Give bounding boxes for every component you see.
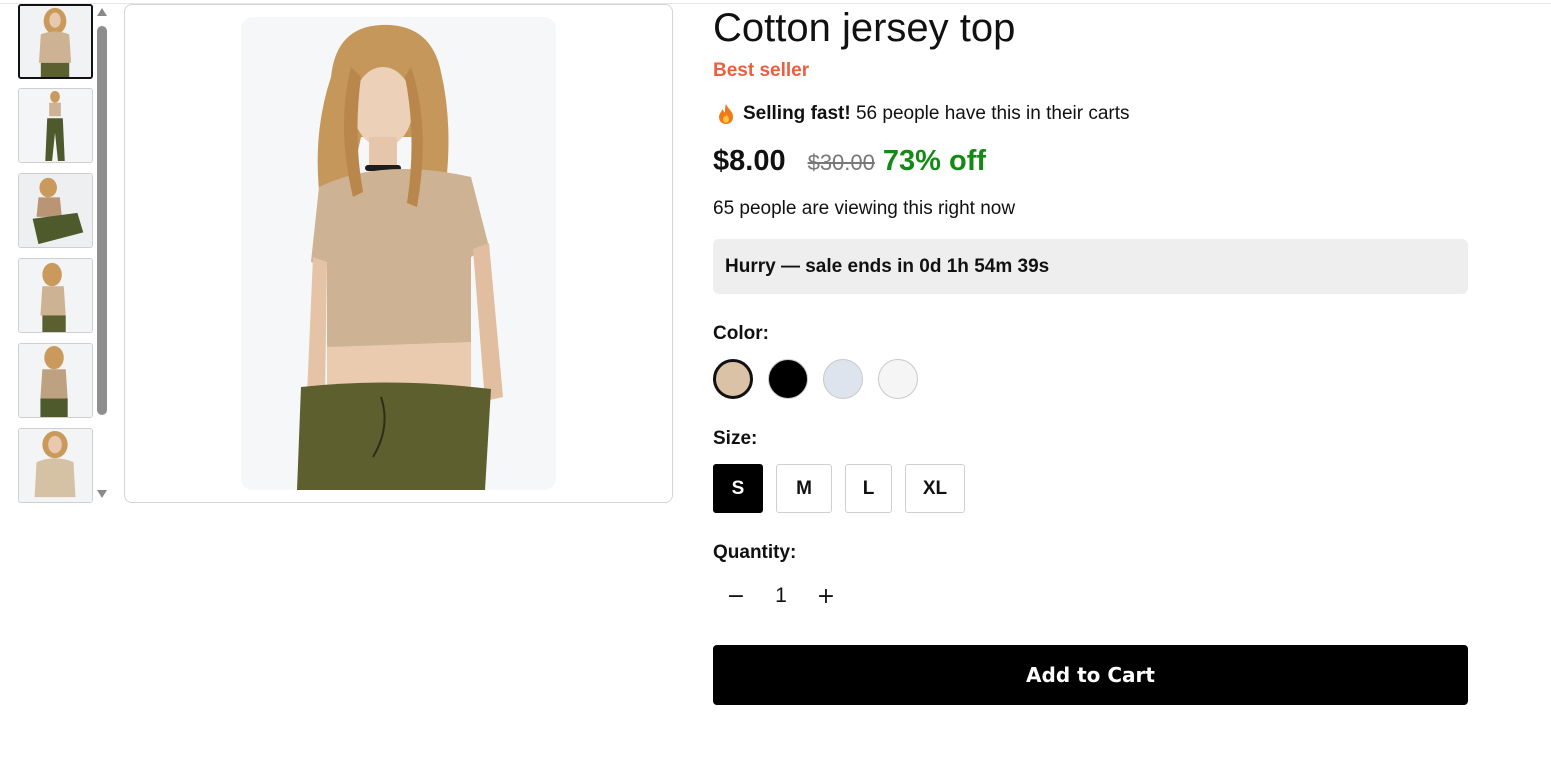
flame-icon — [719, 104, 733, 124]
add-to-cart-button[interactable]: Add to Cart — [713, 645, 1468, 705]
color-label: Color: — [713, 323, 769, 344]
current-price: $8.00 — [713, 145, 786, 177]
viewers-notice: 65 people are viewing this right now — [713, 198, 1016, 219]
thumbnail-1[interactable] — [18, 4, 93, 79]
color-swatch-black[interactable] — [768, 359, 808, 399]
quantity-stepper: − 1 + — [713, 578, 849, 614]
sale-countdown-banner: Hurry — sale ends in 0d 1h 54m 39s — [713, 239, 1468, 294]
main-product-image[interactable] — [241, 17, 556, 490]
original-price: $30.00 — [807, 150, 875, 175]
quantity-value[interactable]: 1 — [759, 584, 803, 608]
carts-count-text: 56 people have this in their carts — [855, 103, 1130, 124]
size-button-l[interactable]: L — [845, 464, 892, 513]
color-swatch-white[interactable] — [878, 359, 918, 399]
quantity-increment-button[interactable]: + — [803, 578, 849, 614]
product-title: Cotton jersey top — [713, 6, 1016, 50]
scrollbar-thumb[interactable] — [97, 26, 107, 415]
best-seller-badge: Best seller — [713, 60, 810, 81]
thumbnail-2[interactable] — [18, 88, 93, 163]
selling-fast-notice: Selling fast! 56 people have this in the… — [717, 103, 1130, 125]
color-swatch-beige[interactable] — [713, 359, 753, 399]
size-button-xl[interactable]: XL — [905, 464, 965, 513]
color-swatch-light-blue[interactable] — [823, 359, 863, 399]
thumbnail-5[interactable] — [18, 343, 93, 418]
size-button-m[interactable]: M — [776, 464, 832, 513]
thumbnail-image — [19, 429, 92, 502]
product-photo — [241, 17, 556, 490]
thumbnail-list[interactable] — [18, 4, 94, 503]
thumbnail-3[interactable] — [18, 173, 93, 248]
thumbnail-image — [19, 89, 92, 162]
thumbnail-scrollbar[interactable] — [95, 6, 109, 500]
thumbnail-image — [19, 344, 92, 417]
thumbnail-6[interactable] — [18, 428, 93, 503]
quantity-label: Quantity: — [713, 542, 797, 563]
size-options: S M L XL — [713, 464, 965, 513]
thumbnail-image — [19, 174, 92, 247]
sale-countdown-text: Hurry — sale ends in 0d 1h 54m 39s — [725, 255, 1050, 277]
selling-fast-label: Selling fast! — [743, 103, 851, 124]
scroll-up-icon[interactable] — [97, 8, 107, 16]
color-swatches — [713, 359, 918, 399]
size-button-s[interactable]: S — [713, 464, 763, 513]
main-image-frame — [124, 4, 673, 503]
price-row: $8.00 $30.00 73% off — [713, 145, 986, 178]
scroll-down-icon[interactable] — [97, 490, 107, 498]
discount-label: 73% off — [882, 145, 987, 177]
size-label: Size: — [713, 428, 758, 449]
thumbnail-image — [19, 259, 92, 332]
quantity-decrement-button[interactable]: − — [713, 578, 759, 614]
thumbnail-4[interactable] — [18, 258, 93, 333]
thumbnail-image — [20, 6, 91, 77]
